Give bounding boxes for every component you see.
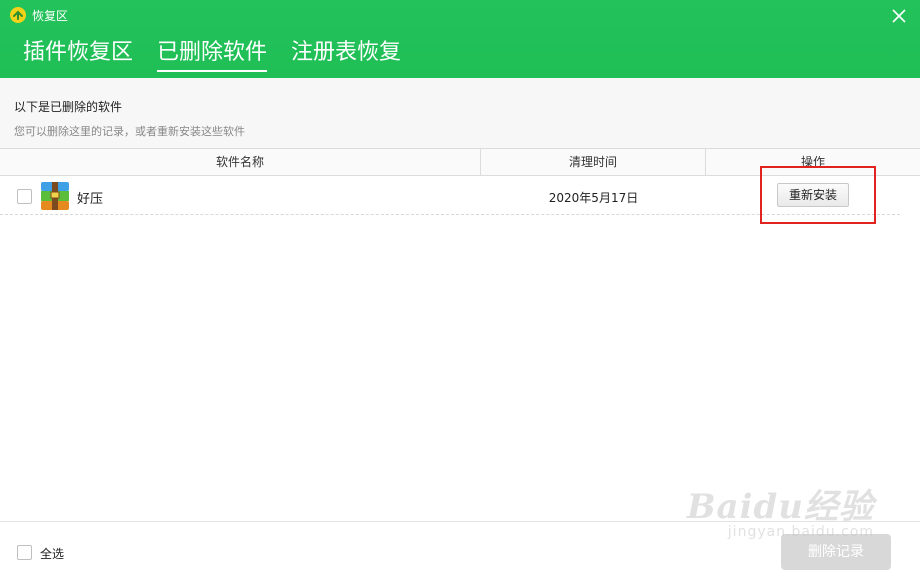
window-title: 恢复区 (32, 8, 69, 23)
recovery-window: 恢复区 插件恢复区 已删除软件 注册表恢复 以下是已删除的软件 您可以删除这里的… (0, 0, 920, 580)
annotation-highlight-box (760, 166, 876, 224)
info-subtitle: 您可以删除这里的记录，或者重新安装这些软件 (14, 125, 245, 138)
info-title: 以下是已删除的软件 (14, 100, 123, 114)
footer: 全选 删除记录 (0, 521, 920, 580)
title-bar: 恢复区 (10, 6, 68, 24)
close-icon[interactable] (892, 8, 906, 23)
select-all-label[interactable]: 全选 (40, 545, 64, 562)
cleanup-time: 2020年5月17日 (548, 191, 639, 205)
software-name: 好压 (77, 192, 104, 207)
tab-bar: 插件恢复区 已删除软件 注册表恢复 (23, 38, 425, 72)
haozip-package-icon (40, 181, 70, 211)
delete-records-button[interactable]: 删除记录 (781, 534, 891, 570)
select-all-checkbox[interactable] (17, 545, 32, 560)
tab-plugin-recovery[interactable]: 插件恢复区 (23, 38, 133, 70)
column-header-name[interactable]: 软件名称 (0, 149, 481, 176)
tab-deleted-software[interactable]: 已删除软件 (157, 38, 268, 72)
row-checkbox[interactable] (17, 189, 32, 204)
app-logo-icon (10, 7, 26, 23)
header: 恢复区 插件恢复区 已删除软件 注册表恢复 (0, 0, 920, 78)
tab-registry-recovery[interactable]: 注册表恢复 (291, 38, 401, 70)
column-header-time[interactable]: 清理时间 (481, 149, 706, 176)
info-section: 以下是已删除的软件 您可以删除这里的记录，或者重新安装这些软件 (0, 78, 920, 148)
